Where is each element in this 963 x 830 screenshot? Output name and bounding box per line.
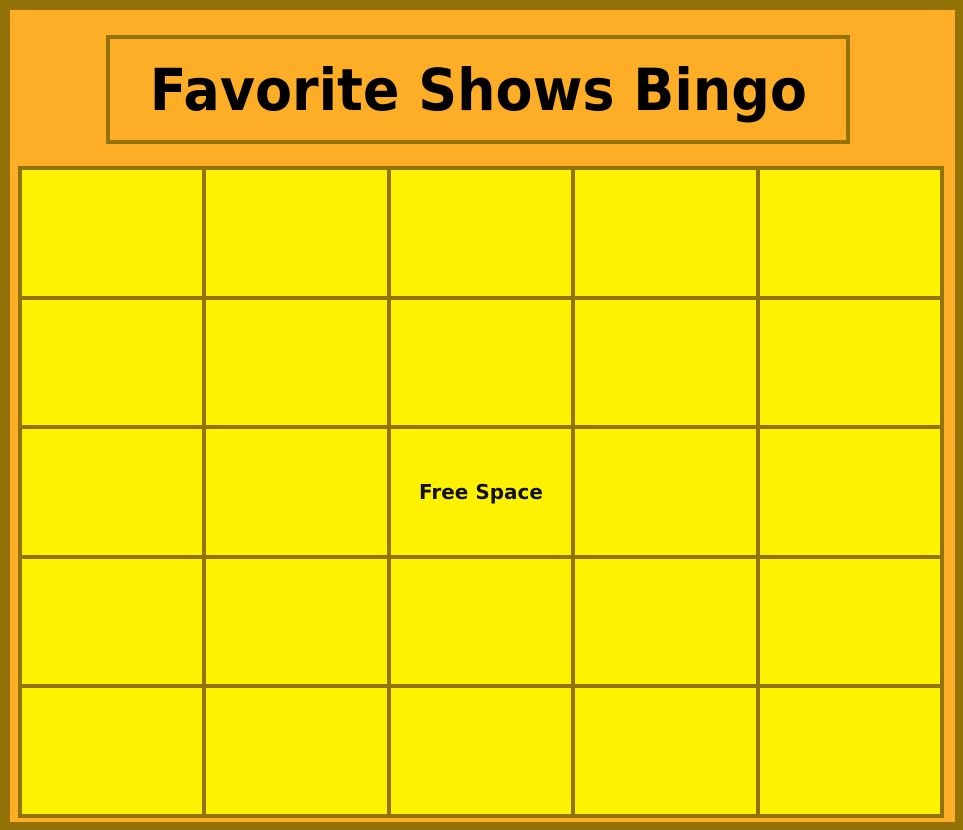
bingo-cell-r5-c5[interactable]: [759, 688, 940, 814]
free-space-cell[interactable]: Free Space: [390, 429, 572, 555]
bingo-cell-r2-c1[interactable]: [22, 299, 203, 426]
bingo-cell-r5-c1[interactable]: [22, 688, 203, 814]
bingo-cell-r1-c4[interactable]: [575, 170, 756, 296]
bingo-cell-r3-c1[interactable]: [22, 429, 203, 555]
bingo-cell-r4-c4[interactable]: [575, 558, 756, 685]
bingo-cell-r1-c5[interactable]: [759, 170, 940, 296]
bingo-cell-r1-c2[interactable]: [206, 170, 387, 296]
bingo-cell-r5-c4[interactable]: [575, 688, 756, 814]
bingo-cell-r2-c3[interactable]: [390, 299, 572, 426]
bingo-cell-r1-c1[interactable]: [22, 170, 203, 296]
bingo-grid: Free Space: [18, 166, 944, 818]
bingo-cell-r3-c4[interactable]: [575, 429, 756, 555]
bingo-cell-r4-c2[interactable]: [206, 558, 387, 685]
bingo-cell-r5-c2[interactable]: [206, 688, 387, 814]
bingo-card: Favorite Shows Bingo Free Space: [10, 10, 955, 822]
bingo-cell-r4-c5[interactable]: [759, 558, 940, 685]
page-title: Favorite Shows Bingo: [149, 55, 807, 124]
bingo-cell-r1-c3[interactable]: [390, 170, 572, 296]
bingo-cell-r4-c1[interactable]: [22, 558, 203, 685]
bingo-cell-r5-c3[interactable]: [390, 688, 572, 814]
bingo-cell-r3-c5[interactable]: [759, 429, 940, 555]
title-box: Favorite Shows Bingo: [106, 35, 850, 144]
bingo-cell-r2-c5[interactable]: [759, 299, 940, 426]
bingo-cell-r2-c4[interactable]: [575, 299, 756, 426]
bingo-cell-r2-c2[interactable]: [206, 299, 387, 426]
bingo-cell-r3-c2[interactable]: [206, 429, 387, 555]
bingo-cell-r4-c3[interactable]: [390, 558, 572, 685]
